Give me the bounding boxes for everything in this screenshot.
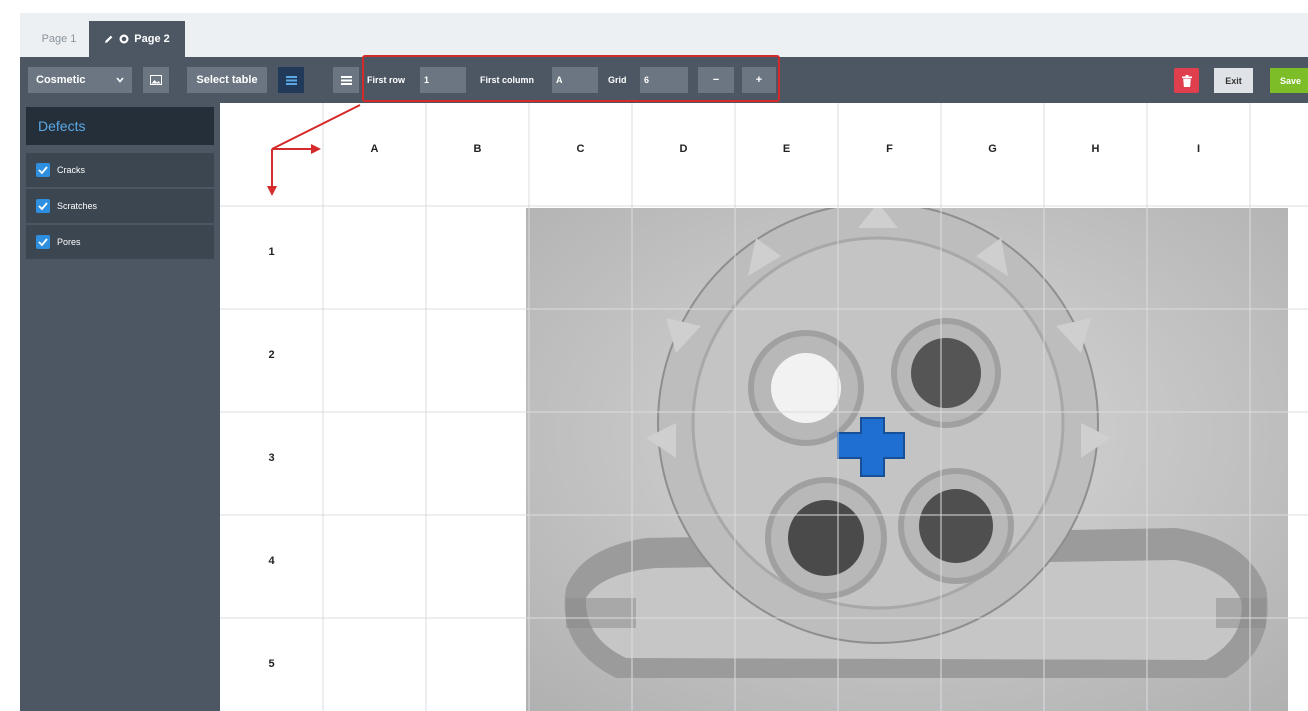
first-column-input[interactable] [552, 67, 598, 93]
checkbox-cracks[interactable] [36, 163, 50, 177]
tab-page-1-label: Page 1 [41, 33, 77, 45]
defect-item-cracks[interactable]: Cracks [26, 153, 214, 187]
gear-icon [119, 34, 129, 44]
tab-page-2-label: Page 2 [134, 33, 170, 45]
category-select-value: Cosmetic [36, 74, 86, 86]
app-frame: Page 1 Page 2 Cosmetic Select table Firs… [20, 13, 1308, 711]
defect-item-label: Scratches [57, 201, 98, 211]
row-header-2: 2 [268, 349, 275, 361]
row-header-4: 4 [268, 555, 275, 567]
pencil-icon [105, 35, 113, 43]
col-header-g: G [988, 143, 997, 155]
image-button[interactable] [143, 67, 169, 93]
tab-page-2[interactable]: Page 2 [89, 21, 185, 57]
first-row-label: First row [367, 75, 406, 85]
minus-label: − [712, 74, 720, 86]
grid-lines [220, 103, 1308, 711]
tab-page-1[interactable]: Page 1 [28, 21, 90, 57]
row-header-3: 3 [268, 452, 275, 464]
check-icon [38, 202, 48, 210]
save-label: Save [1280, 75, 1302, 86]
defect-item-label: Pores [57, 237, 81, 247]
col-header-i: I [1196, 143, 1201, 155]
grid-decrease-button[interactable]: − [698, 67, 734, 93]
grid-label: Grid [608, 75, 627, 85]
category-select[interactable]: Cosmetic [28, 67, 132, 93]
defect-item-label: Cracks [57, 165, 86, 175]
chevron-down-icon [116, 77, 124, 83]
tab-bar: Page 1 Page 2 [20, 13, 1308, 57]
grid-increase-button[interactable]: + [742, 67, 776, 93]
col-header-a: A [370, 143, 379, 155]
col-header-h: H [1091, 143, 1100, 155]
check-icon [38, 166, 48, 174]
grid-area[interactable]: A B C D E F G H I 1 2 3 4 5 [220, 103, 1308, 711]
col-header-b: B [473, 143, 482, 155]
select-table-button[interactable]: Select table [187, 67, 267, 93]
grid-size-input[interactable] [640, 67, 688, 93]
col-header-f: F [886, 143, 893, 155]
exit-button[interactable]: Exit [1214, 68, 1253, 93]
save-button[interactable]: Save [1270, 68, 1308, 93]
first-column-label: First column [480, 75, 535, 85]
table-view-button[interactable] [278, 67, 304, 93]
checkbox-scratches[interactable] [36, 199, 50, 213]
defect-item-scratches[interactable]: Scratches [26, 189, 214, 223]
plus-label: + [755, 74, 763, 86]
grid-view-button[interactable] [333, 67, 359, 93]
checkbox-pores[interactable] [36, 235, 50, 249]
list-icon [285, 75, 297, 85]
sidebar: Defects Cracks Scratches Pores [20, 103, 220, 711]
delete-button[interactable] [1174, 68, 1199, 93]
toolbar: Cosmetic Select table First row First co… [20, 57, 1308, 103]
col-header-d: D [679, 143, 688, 155]
defect-item-pores[interactable]: Pores [26, 225, 214, 259]
defects-header: Defects [26, 107, 214, 145]
col-header-e: E [782, 143, 791, 155]
image-icon [150, 75, 162, 85]
list-icon [340, 75, 352, 85]
trash-icon [1181, 74, 1192, 87]
exit-label: Exit [1225, 75, 1242, 86]
col-header-c: C [576, 143, 585, 155]
first-row-input[interactable] [420, 67, 466, 93]
row-header-1: 1 [268, 246, 275, 258]
select-table-label: Select table [196, 74, 258, 86]
check-icon [38, 238, 48, 246]
row-header-5: 5 [268, 658, 275, 670]
